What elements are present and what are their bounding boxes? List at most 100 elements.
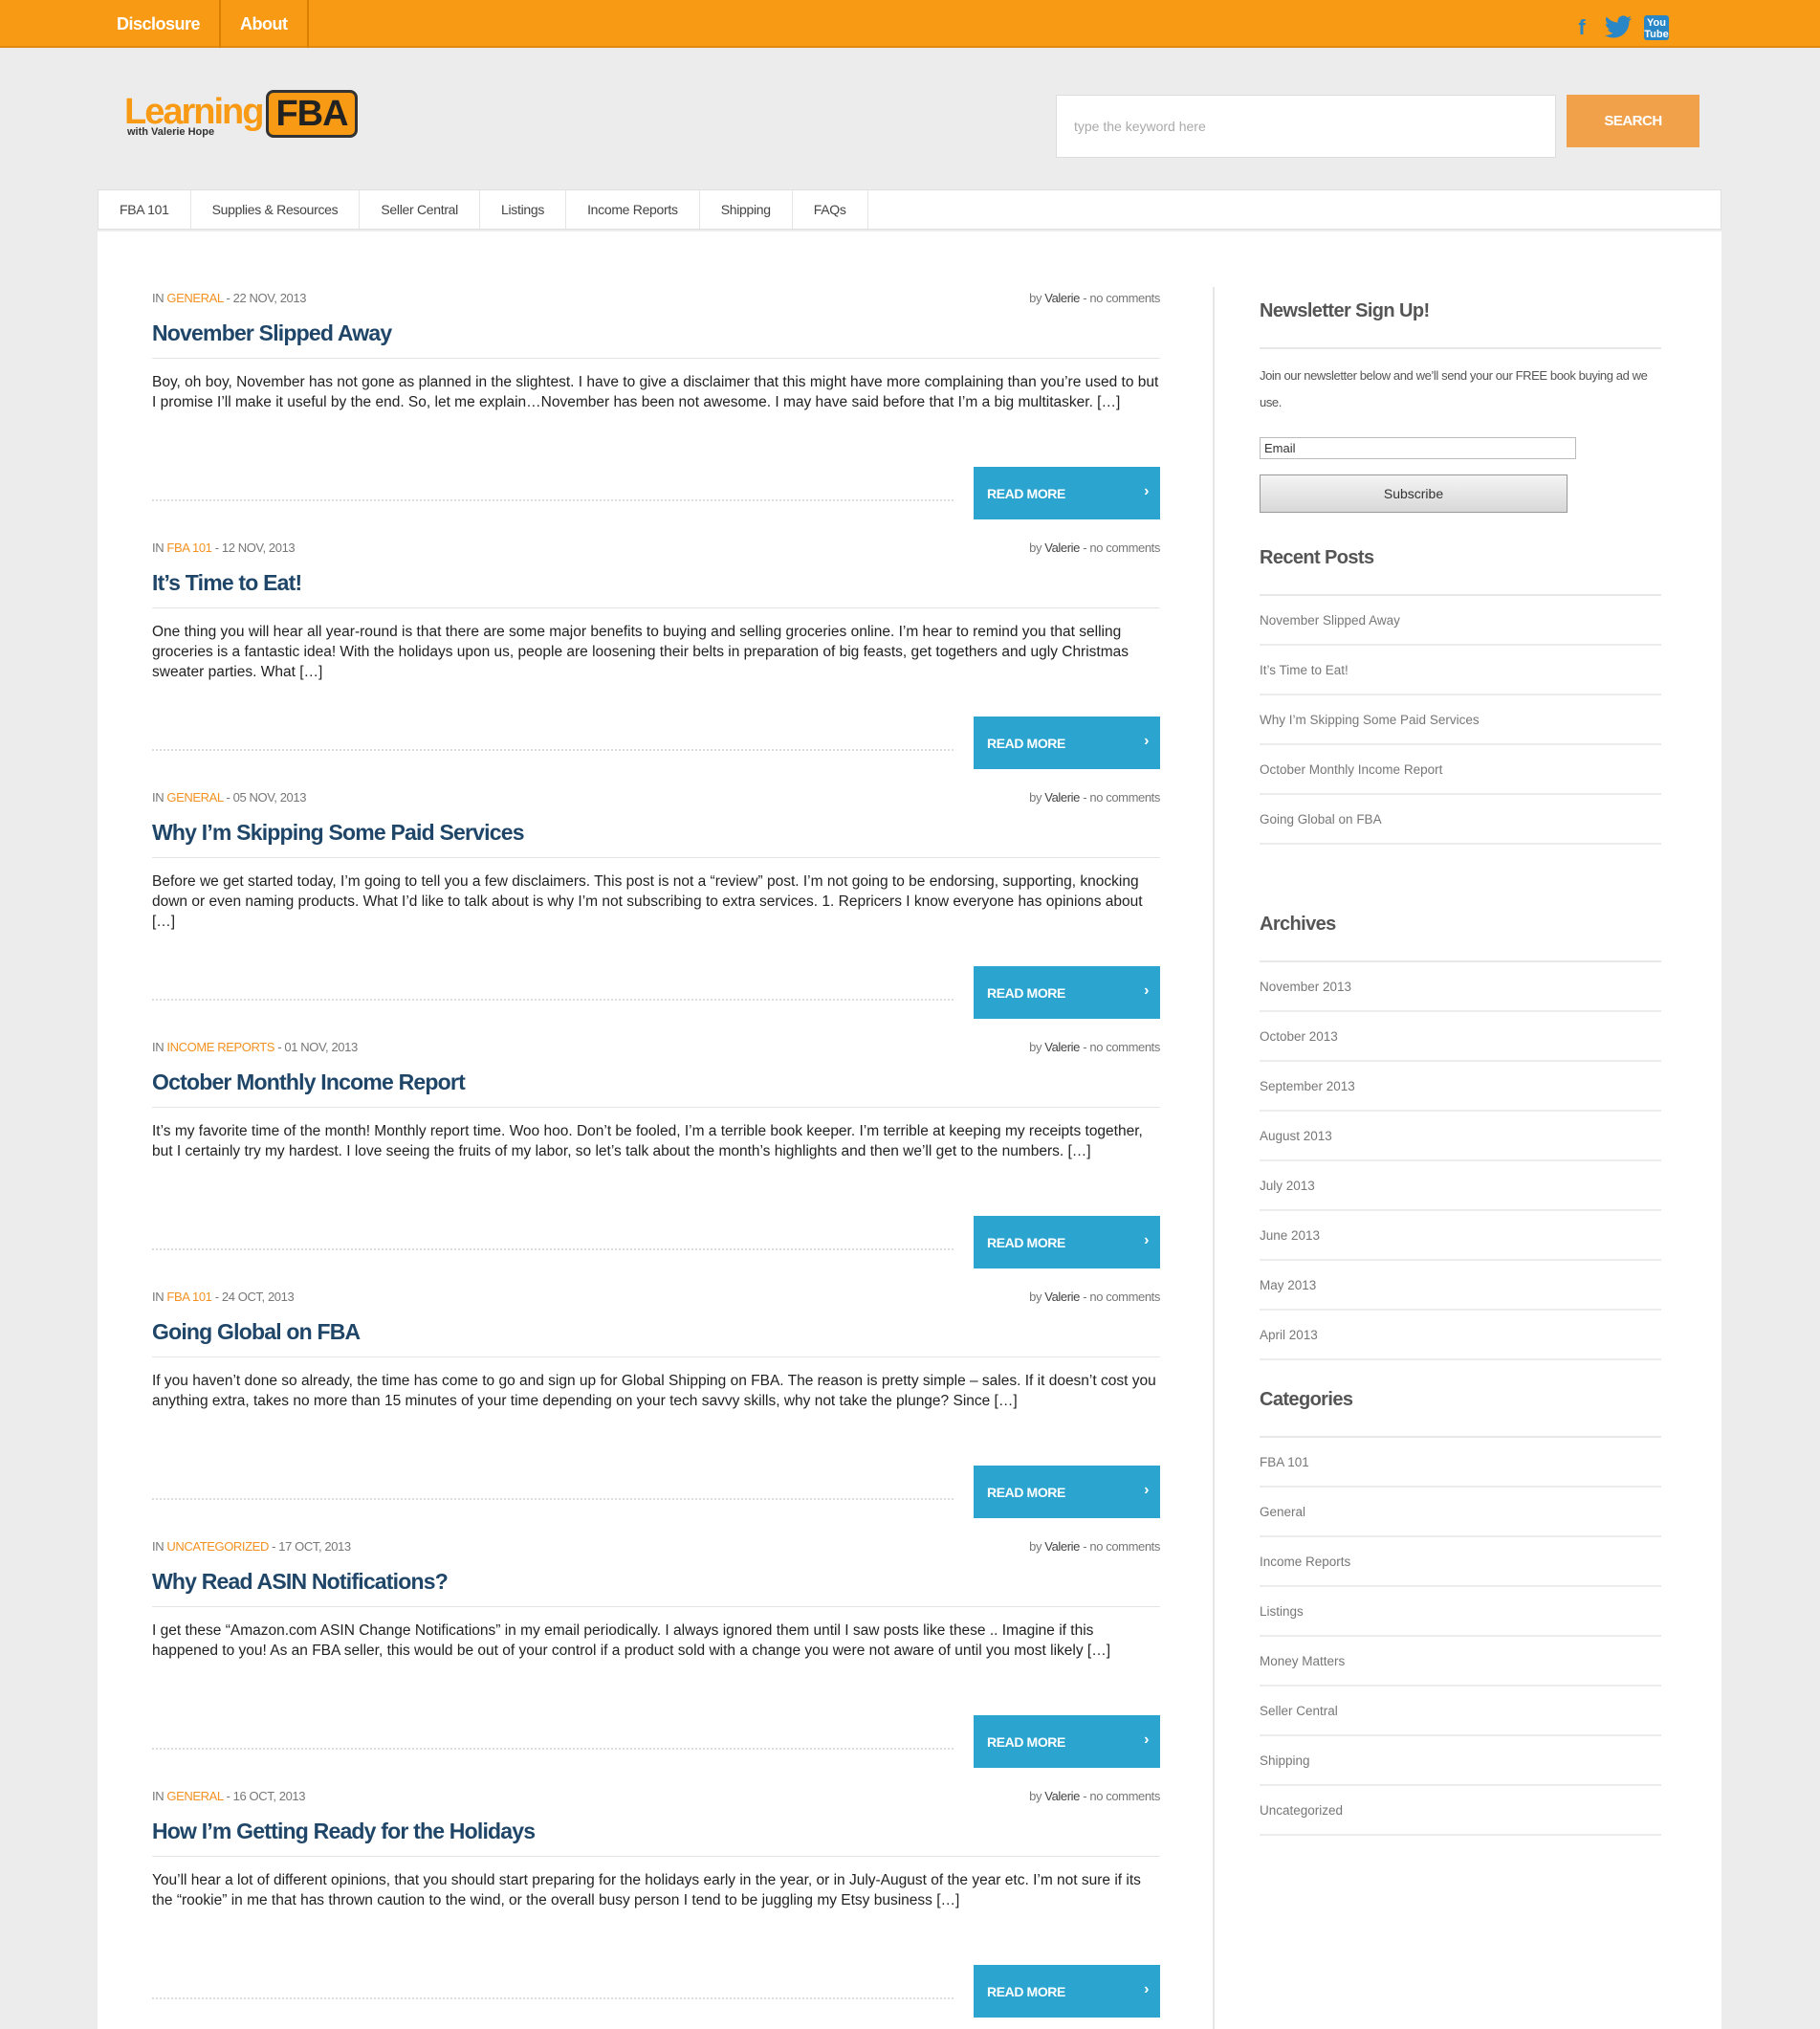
post-comments-link[interactable]: - no comments bbox=[1083, 540, 1160, 555]
dotted-divider bbox=[152, 1748, 954, 1750]
category-link[interactable]: Uncategorized bbox=[1260, 1786, 1661, 1836]
post-meta: IN FBA 101 - 12 NOV, 2013 by Valerie - no… bbox=[152, 540, 1160, 560]
archive-link[interactable]: April 2013 bbox=[1260, 1311, 1661, 1360]
search-button[interactable]: SEARCH bbox=[1567, 95, 1699, 147]
read-more-label: READ MORE bbox=[987, 1733, 1065, 1750]
post-comments-link[interactable]: - no comments bbox=[1083, 1290, 1160, 1304]
post-author-link[interactable]: Valerie bbox=[1044, 540, 1080, 555]
post-author-link[interactable]: Valerie bbox=[1044, 291, 1080, 305]
post-by: by bbox=[1029, 1290, 1042, 1304]
youtube-icon[interactable]: You Tube bbox=[1644, 15, 1669, 40]
email-field[interactable] bbox=[1260, 437, 1576, 459]
topnav-disclosure[interactable]: Disclosure bbox=[98, 0, 222, 48]
nav-shipping[interactable]: Shipping bbox=[700, 190, 793, 229]
post-comments-link[interactable]: - no comments bbox=[1083, 1040, 1160, 1054]
post-category-link[interactable]: UNCATEGORIZED bbox=[166, 1539, 269, 1554]
post-excerpt: If you haven’t done so already, the time… bbox=[152, 1373, 1156, 1409]
category-link[interactable]: Seller Central bbox=[1260, 1687, 1661, 1736]
read-more-label: READ MORE bbox=[987, 1484, 1065, 1500]
post-author-link[interactable]: Valerie bbox=[1044, 1290, 1080, 1304]
post-author-meta: by Valerie - no comments bbox=[1029, 1539, 1160, 1554]
nav-supplies-resources[interactable]: Supplies & Resources bbox=[191, 190, 361, 229]
post-author-link[interactable]: Valerie bbox=[1044, 1539, 1080, 1554]
search-input[interactable] bbox=[1056, 95, 1556, 158]
read-more-label: READ MORE bbox=[987, 735, 1065, 751]
post-item: IN FBA 101 - 12 NOV, 2013 by Valerie - no… bbox=[152, 540, 1160, 790]
post-footer: READ MORE › bbox=[152, 1715, 1160, 1768]
twitter-icon[interactable] bbox=[1604, 15, 1633, 40]
category-link[interactable]: Shipping bbox=[1260, 1736, 1661, 1786]
chevron-right-icon: › bbox=[1144, 1232, 1149, 1248]
recent-post-link[interactable]: Why I’m Skipping Some Paid Services bbox=[1260, 695, 1661, 745]
nav-seller-central[interactable]: Seller Central bbox=[360, 190, 480, 229]
read-more-button[interactable]: READ MORE › bbox=[974, 717, 1160, 769]
post-comments-link[interactable]: - no comments bbox=[1083, 291, 1160, 305]
subscribe-button[interactable]: Subscribe bbox=[1260, 474, 1568, 513]
post-footer: READ MORE › bbox=[152, 1466, 1160, 1518]
post-item: IN INCOME REPORTS - 01 NOV, 2013 by Valer… bbox=[152, 1040, 1160, 1290]
post-title[interactable]: Going Global on FBA bbox=[152, 1319, 1160, 1357]
category-link[interactable]: FBA 101 bbox=[1260, 1438, 1661, 1488]
post-author-link[interactable]: Valerie bbox=[1044, 1040, 1080, 1054]
post-title[interactable]: October Monthly Income Report bbox=[152, 1070, 1160, 1108]
read-more-button[interactable]: READ MORE › bbox=[974, 467, 1160, 519]
recent-post-link[interactable]: November Slipped Away bbox=[1260, 596, 1661, 646]
post-footer: READ MORE › bbox=[152, 1965, 1160, 2018]
archive-link[interactable]: November 2013 bbox=[1260, 962, 1661, 1012]
post-title[interactable]: Why I’m Skipping Some Paid Services bbox=[152, 820, 1160, 858]
read-more-button[interactable]: READ MORE › bbox=[974, 1965, 1160, 2018]
archive-link[interactable]: May 2013 bbox=[1260, 1261, 1661, 1311]
post-author-link[interactable]: Valerie bbox=[1044, 790, 1080, 805]
category-link[interactable]: Listings bbox=[1260, 1587, 1661, 1637]
post-title[interactable]: How I’m Getting Ready for the Holidays bbox=[152, 1819, 1160, 1857]
post-comments-link[interactable]: - no comments bbox=[1083, 1789, 1160, 1803]
post-footer: READ MORE › bbox=[152, 1216, 1160, 1268]
main-nav: FBA 101 Supplies & Resources Seller Cent… bbox=[98, 189, 1721, 230]
read-more-label: READ MORE bbox=[987, 984, 1065, 1001]
site-logo[interactable]: Learning FBA with Valerie Hope bbox=[124, 88, 358, 142]
nav-fba-101[interactable]: FBA 101 bbox=[99, 190, 191, 229]
archive-link[interactable]: September 2013 bbox=[1260, 1062, 1661, 1112]
post-category-link[interactable]: FBA 101 bbox=[166, 1290, 211, 1304]
post-date: - 12 NOV, 2013 bbox=[214, 540, 296, 555]
post-title[interactable]: November Slipped Away bbox=[152, 320, 1160, 359]
post-meta-in: IN bbox=[152, 1789, 164, 1803]
category-link[interactable]: Money Matters bbox=[1260, 1637, 1661, 1687]
nav-faqs[interactable]: FAQs bbox=[793, 190, 868, 229]
post-author-link[interactable]: Valerie bbox=[1044, 1789, 1080, 1803]
post-category-link[interactable]: GENERAL bbox=[166, 291, 223, 305]
read-more-button[interactable]: READ MORE › bbox=[974, 1466, 1160, 1518]
topnav-about[interactable]: About bbox=[221, 0, 309, 48]
post-category-link[interactable]: GENERAL bbox=[166, 1789, 223, 1803]
recent-post-link[interactable]: It’s Time to Eat! bbox=[1260, 646, 1661, 695]
read-more-button[interactable]: READ MORE › bbox=[974, 1715, 1160, 1768]
post-by: by bbox=[1029, 1040, 1042, 1054]
recent-post-link[interactable]: October Monthly Income Report bbox=[1260, 745, 1661, 795]
post-comments-link[interactable]: - no comments bbox=[1083, 1539, 1160, 1554]
archive-link[interactable]: October 2013 bbox=[1260, 1012, 1661, 1062]
post-date: - 22 NOV, 2013 bbox=[226, 291, 307, 305]
nav-income-reports[interactable]: Income Reports bbox=[566, 190, 700, 229]
post-date: - 01 NOV, 2013 bbox=[277, 1040, 358, 1054]
post-meta: IN FBA 101 - 24 OCT, 2013 by Valerie - no… bbox=[152, 1290, 1160, 1309]
category-link[interactable]: General bbox=[1260, 1488, 1661, 1537]
post-title[interactable]: It’s Time to Eat! bbox=[152, 570, 1160, 608]
dotted-divider bbox=[152, 1997, 954, 1999]
post-category-link[interactable]: INCOME REPORTS bbox=[166, 1040, 274, 1054]
read-more-button[interactable]: READ MORE › bbox=[974, 966, 1160, 1019]
post-excerpt: One thing you will hear all year-round i… bbox=[152, 624, 1129, 680]
archive-link[interactable]: June 2013 bbox=[1260, 1211, 1661, 1261]
nav-listings[interactable]: Listings bbox=[480, 190, 567, 229]
post-category-link[interactable]: GENERAL bbox=[166, 790, 223, 805]
category-link[interactable]: Income Reports bbox=[1260, 1537, 1661, 1587]
social-links: f You Tube bbox=[1571, 15, 1669, 40]
facebook-icon[interactable]: f bbox=[1571, 15, 1592, 40]
archive-link[interactable]: August 2013 bbox=[1260, 1112, 1661, 1161]
post-comments-link[interactable]: - no comments bbox=[1083, 790, 1160, 805]
recent-post-link[interactable]: Going Global on FBA bbox=[1260, 795, 1661, 845]
archive-link[interactable]: July 2013 bbox=[1260, 1161, 1661, 1211]
post-category-link[interactable]: FBA 101 bbox=[166, 540, 211, 555]
read-more-button[interactable]: READ MORE › bbox=[974, 1216, 1160, 1268]
post-item: IN GENERAL - 22 NOV, 2013 by Valerie - no… bbox=[152, 291, 1160, 540]
post-title[interactable]: Why Read ASIN Notifications? bbox=[152, 1569, 1160, 1607]
